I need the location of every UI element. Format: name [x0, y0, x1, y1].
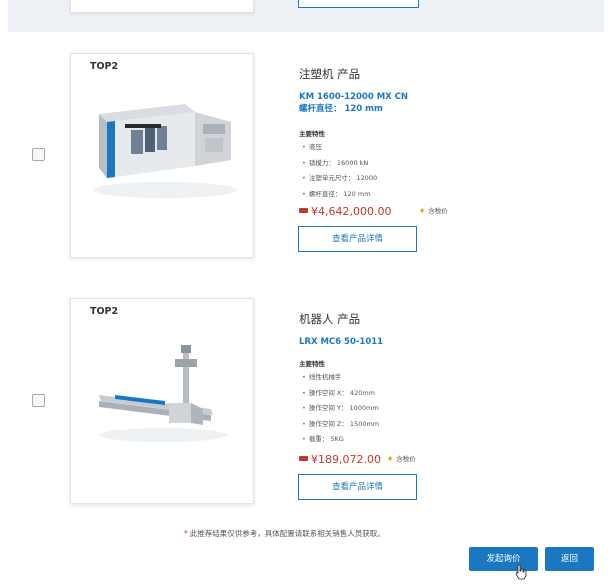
previous-detail-button-edge[interactable] [298, 0, 419, 8]
disclaimer-text: * 此推荐结果仅供参考，具体配置请联系相关销售人员获取。 [184, 529, 385, 538]
injection-molding-machine-image [93, 104, 237, 198]
product-1-top-badge: TOP2 [90, 61, 119, 72]
product-2-category: 机器人 产品 [299, 312, 361, 326]
product-2-price-row: ¥189,072.00 [299, 449, 381, 468]
back-button[interactable]: 返回 [545, 547, 594, 571]
send-inquiry-button[interactable]: 发起询价 [469, 547, 538, 571]
product-2-feature: • 操作空间 Y： 1000mm [302, 404, 379, 412]
product-2-checkbox[interactable] [32, 394, 45, 407]
product-1-screw-diameter: 螺杆直径： 120 mm [299, 104, 383, 114]
product-1-feature: • 锁模力： 16000 kN [302, 158, 369, 167]
product-1-price-row: ¥4,642,000.00 [299, 201, 391, 220]
star-icon: ♦ [419, 207, 426, 215]
product-1-info: 注塑机 产品 KM 1600-12000 MX CN 螺杆直径： 120 mm … [299, 66, 408, 202]
product-1-checkbox[interactable] [32, 148, 45, 161]
product-1-features-title: 主要特性 [299, 130, 325, 138]
product-1-price: ¥4,642,000.00 [311, 205, 392, 218]
product-2-feature: • 载重： 5KG [302, 435, 344, 443]
linear-robot-image [99, 345, 227, 442]
product-2-feature: • 操作空间 Z： 1500mm [302, 419, 380, 428]
product-2-features-title: 主要特性 [299, 360, 325, 368]
product-1-feature: • 液压 [302, 143, 322, 151]
product-2-feature: • 操作空间 X： 420mm [302, 388, 375, 397]
hand-cursor-icon [515, 564, 527, 580]
price-tag-icon [299, 456, 308, 461]
product-2-info: 机器人 产品 LRX MC6 50-1011 主要特性 • 线性机械手 • 操作空间… [299, 311, 383, 448]
star-icon: ♦ [387, 455, 394, 463]
product-1-feature: • 注塑单元尺寸： 12000 [302, 174, 378, 182]
product-1-detail-button[interactable]: 查看产品详情 [298, 226, 417, 252]
previous-product-card-edge [70, 0, 254, 13]
product-2-card: TOP2 [70, 298, 254, 504]
product-2-price: ¥189,072.00 [311, 453, 381, 466]
product-1-tax-note: ♦ 含税价 [419, 207, 448, 215]
product-2-model: LRX MC6 50-1011 [299, 337, 384, 347]
product-2-detail-button[interactable]: 查看产品详情 [298, 474, 417, 500]
product-1-model: KM 1600-12000 MX CN [299, 92, 409, 102]
product-2-tax-note: ♦ 含税价 [387, 455, 416, 463]
product-2-feature: • 线性机械手 [302, 373, 342, 381]
product-1-card: TOP2 [70, 53, 254, 258]
product-2-top-badge: TOP2 [90, 306, 119, 317]
product-1-feature: • 螺杆直径： 120 mm [302, 189, 371, 198]
price-tag-icon [299, 208, 308, 213]
product-1-category: 注塑机 产品 [299, 67, 361, 81]
